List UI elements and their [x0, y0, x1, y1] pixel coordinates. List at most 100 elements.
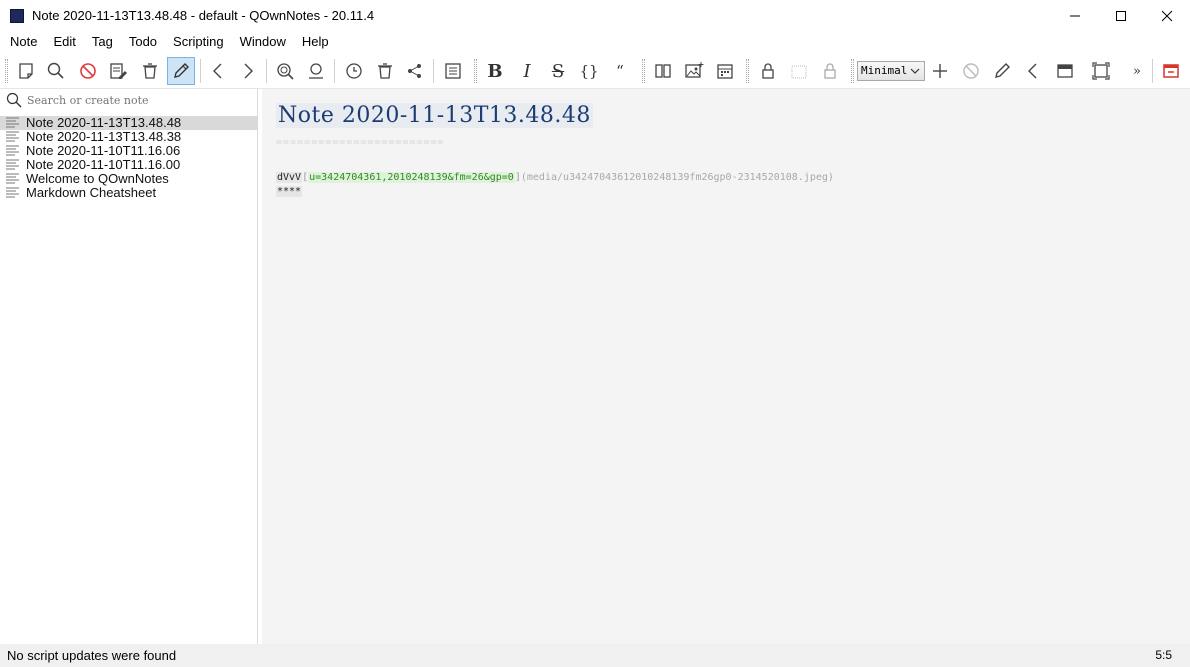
search-input[interactable] [27, 93, 247, 107]
note-edit-icon [110, 63, 127, 79]
add-workspace-button[interactable] [926, 57, 954, 85]
share-icon [408, 64, 421, 78]
lock-icon [762, 63, 774, 79]
strikethrough-icon: S [551, 60, 565, 82]
zoom-search-icon [277, 63, 294, 80]
workspace-combo[interactable]: Minimal [857, 61, 925, 81]
line-prefix: dVvV [276, 172, 303, 183]
columns-icon [655, 64, 671, 78]
insert-date-button[interactable] [711, 57, 739, 85]
toolbar-overflow-button[interactable]: » [1126, 57, 1148, 85]
code-block-button[interactable]: {} [575, 57, 603, 85]
list-item[interactable]: Welcome to QOwnNotes [0, 172, 258, 186]
new-note-button[interactable] [12, 57, 40, 85]
workspace-combo-value: Minimal [861, 64, 908, 77]
decrypt-button[interactable] [785, 57, 813, 85]
image-alt-text[interactable]: u=3424704361,2010248139&fm=26&gp=0 [308, 172, 515, 183]
list-item[interactable]: Note 2020-11-13T13.48.48 [0, 116, 258, 130]
menu-edit[interactable]: Edit [45, 31, 83, 53]
list-item[interactable]: Markdown Cheatsheet [0, 186, 258, 200]
quote-icon: “ [616, 62, 624, 80]
forward-button[interactable] [234, 57, 262, 85]
menu-scripting[interactable]: Scripting [165, 31, 232, 53]
trash-button[interactable] [371, 57, 399, 85]
remove-workspace-button[interactable] [957, 57, 985, 85]
close-button[interactable] [1144, 0, 1190, 31]
new-note-icon [19, 63, 33, 79]
edit-note-button[interactable] [104, 57, 132, 85]
list-item[interactable]: Note 2020-11-10T11.16.06 [0, 144, 258, 158]
note-editor[interactable]: Note 2020-11-13T13.48.48 ===============… [262, 89, 1190, 644]
toolbar-separator [433, 59, 434, 83]
rename-workspace-button[interactable] [988, 57, 1016, 85]
image-path[interactable]: (media/u34247043612010248139fm26gp0-2314… [521, 172, 834, 183]
search-button[interactable] [42, 57, 70, 85]
unlock-button[interactable] [816, 57, 844, 85]
note-list-button[interactable] [439, 57, 467, 85]
note-title: Note 2020-11-13T13.48.38 [26, 129, 182, 144]
note-icon [6, 173, 19, 184]
note-title: Note 2020-11-10T11.16.06 [26, 143, 181, 158]
note-title: Markdown Cheatsheet [26, 185, 157, 200]
back-button[interactable] [204, 57, 232, 85]
toolbar-grip[interactable] [474, 59, 477, 83]
image-icon [685, 62, 704, 78]
insert-image-button[interactable] [680, 57, 708, 85]
panel-button[interactable] [1051, 57, 1079, 85]
find-in-notes-button[interactable] [271, 57, 299, 85]
strikethrough-button[interactable]: S [544, 57, 572, 85]
heading-underline: ======================== [276, 137, 445, 148]
menu-note[interactable]: Note [2, 31, 45, 53]
previous-workspace-button[interactable] [1019, 57, 1047, 85]
note-icon [6, 159, 19, 170]
menu-help[interactable]: Help [294, 31, 337, 53]
list-item[interactable]: Note 2020-11-13T13.48.38 [0, 130, 258, 144]
window-title: Note 2020-11-13T13.48.48 - default - QOw… [32, 8, 375, 23]
menu-todo[interactable]: Todo [121, 31, 165, 53]
app-menu-button[interactable] [1157, 57, 1185, 85]
history-button[interactable] [340, 57, 368, 85]
chevron-left-icon [213, 63, 222, 79]
toolbar-grip[interactable] [746, 59, 749, 83]
remove-button[interactable] [74, 57, 102, 85]
maximize-button[interactable] [1098, 0, 1144, 31]
list-item[interactable]: Note 2020-11-10T11.16.00 [0, 158, 258, 172]
bold-marker-line: **** [276, 186, 303, 197]
toolbar-grip[interactable] [642, 59, 645, 83]
minimize-button[interactable] [1052, 0, 1098, 31]
search-replace-icon [309, 63, 323, 79]
encrypt-button[interactable] [754, 57, 782, 85]
window-controls [1052, 0, 1190, 31]
share-button[interactable] [401, 57, 429, 85]
chevron-double-right-icon: » [1133, 63, 1141, 79]
replace-button[interactable] [302, 57, 330, 85]
note-heading: Note 2020-11-13T13.48.48 [276, 103, 593, 128]
insert-table-button[interactable] [649, 57, 677, 85]
note-icon [6, 117, 19, 128]
chevron-right-icon [244, 63, 253, 79]
app-icon [10, 8, 24, 23]
close-icon [1161, 10, 1173, 21]
list-icon [445, 63, 461, 79]
menu-bar: Note Edit Tag Todo Scripting Window Help [0, 31, 1190, 53]
minimize-icon [1070, 15, 1080, 16]
menu-tag[interactable]: Tag [84, 31, 121, 53]
status-message: No script updates were found [7, 648, 177, 663]
note-title: Note 2020-11-13T13.48.48 [26, 115, 182, 130]
toolbar-grip[interactable] [851, 59, 854, 83]
edit-mode-button[interactable] [167, 57, 195, 85]
distraction-free-button[interactable] [1087, 57, 1115, 85]
toolbar-grip[interactable] [5, 59, 8, 83]
forbidden-icon [963, 63, 979, 79]
note-sidebar: Note 2020-11-13T13.48.48 Note 2020-11-13… [0, 89, 258, 644]
note-title: Welcome to QOwnNotes [26, 171, 169, 186]
italic-button[interactable]: I [513, 57, 541, 85]
pencil-icon [174, 63, 189, 78]
bold-button[interactable]: B [481, 57, 509, 85]
delete-note-button[interactable] [136, 57, 164, 85]
toolbar-separator [1152, 59, 1153, 83]
note-icon [6, 187, 19, 198]
chevron-left-icon [1028, 63, 1037, 79]
menu-window[interactable]: Window [232, 31, 294, 53]
quote-button[interactable]: “ [606, 57, 634, 85]
